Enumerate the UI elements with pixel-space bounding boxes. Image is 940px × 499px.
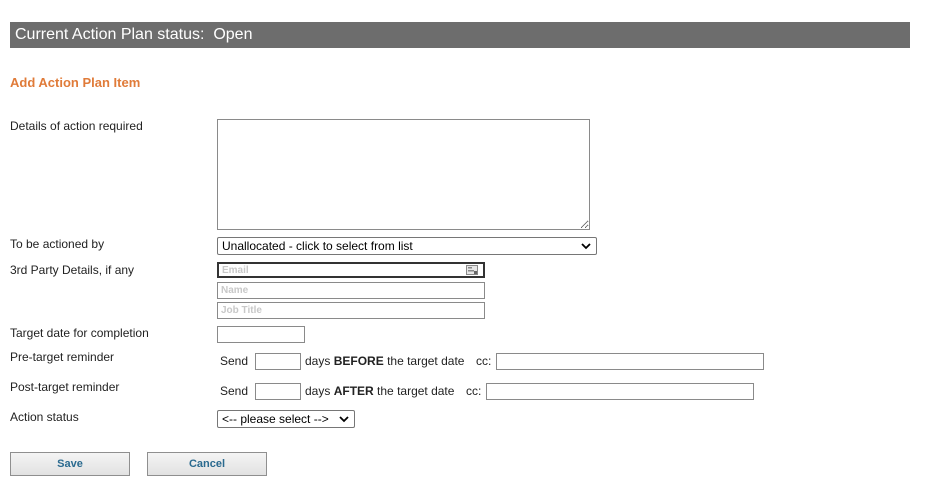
- chevron-down-icon: [581, 243, 591, 250]
- actioned-by-label: To be actioned by: [10, 237, 105, 251]
- pre-reminder-cc-input[interactable]: [496, 353, 764, 370]
- status-value: Open: [213, 26, 253, 43]
- third-party-email-input[interactable]: [217, 262, 485, 278]
- actioned-by-select[interactable]: Unallocated - click to select from list: [217, 237, 597, 255]
- pre-reminder-label: Pre-target reminder: [10, 350, 115, 364]
- section-title: Add Action Plan Item: [10, 75, 141, 90]
- target-date-label: Target date for completion: [10, 326, 149, 340]
- action-status-select[interactable]: <-- please select -->: [217, 410, 355, 428]
- post-reminder-days-text: days AFTER the target date: [305, 384, 454, 398]
- post-reminder-cc-input[interactable]: [486, 383, 754, 400]
- action-plan-status-bar: Current Action Plan status: Open: [10, 22, 910, 48]
- contact-card-icon[interactable]: [466, 265, 478, 275]
- cancel-button[interactable]: Cancel: [147, 452, 267, 476]
- action-status-selected-value: <-- please select -->: [222, 412, 329, 426]
- pre-reminder-days-word: days: [305, 354, 331, 368]
- action-status-label: Action status: [10, 410, 79, 424]
- third-party-job-title-input[interactable]: [217, 302, 485, 319]
- post-reminder-days-input[interactable]: [255, 383, 301, 400]
- target-date-input[interactable]: [217, 326, 305, 343]
- save-button[interactable]: Save: [10, 452, 130, 476]
- post-reminder-send-text: Send: [220, 384, 249, 398]
- post-reminder-suffix: the target date: [377, 384, 455, 398]
- third-party-label: 3rd Party Details, if any: [10, 263, 135, 277]
- pre-reminder-before-word: BEFORE: [333, 354, 384, 368]
- pre-reminder-cc-label: cc:: [476, 354, 492, 368]
- details-label: Details of action required: [10, 119, 143, 133]
- post-reminder-cc-label: cc:: [466, 384, 482, 398]
- pre-reminder-days-input[interactable]: [255, 353, 301, 370]
- post-reminder-days-word: days: [305, 384, 331, 398]
- pre-reminder-days-text: days BEFORE the target date: [305, 354, 464, 368]
- details-textarea[interactable]: [217, 119, 590, 230]
- pre-reminder-suffix: the target date: [387, 354, 465, 368]
- chevron-down-icon: [339, 416, 349, 423]
- actioned-by-selected-value: Unallocated - click to select from list: [222, 239, 413, 253]
- third-party-name-input[interactable]: [217, 282, 485, 299]
- status-label: Current Action Plan status:: [15, 26, 205, 43]
- post-reminder-after-word: AFTER: [333, 384, 374, 398]
- post-reminder-label: Post-target reminder: [10, 380, 120, 394]
- pre-reminder-send-text: Send: [220, 354, 249, 368]
